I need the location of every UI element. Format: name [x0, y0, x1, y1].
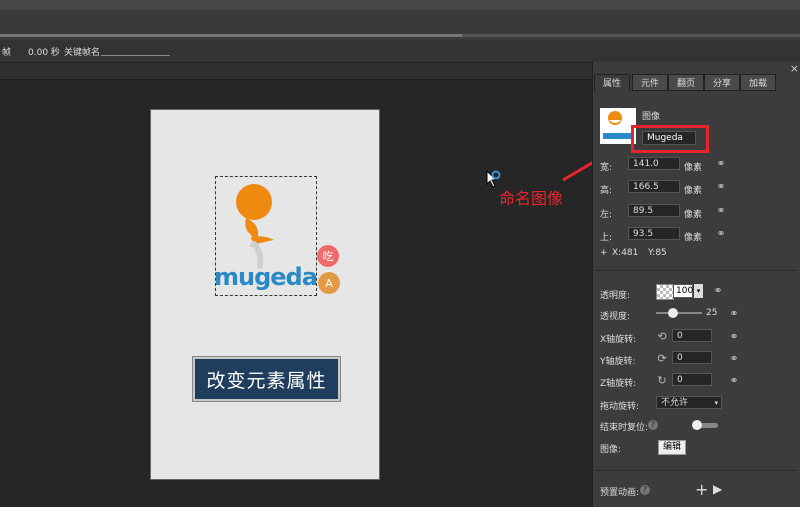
- tab-symbols[interactable]: 元件: [632, 74, 668, 91]
- x-rotate-icon: ⟲: [657, 330, 667, 343]
- element-type-label: 图像: [642, 112, 661, 122]
- height-unit: 像素: [684, 186, 703, 196]
- perspective-slider-track[interactable]: [656, 312, 702, 314]
- divider: [596, 270, 796, 271]
- y-rotation-label: Y轴旋转:: [600, 357, 636, 367]
- food-badge-icon: 吃: [317, 245, 339, 267]
- x-rotation-label: X轴旋转:: [600, 335, 637, 345]
- left-unit: 像素: [684, 210, 703, 220]
- help-icon[interactable]: ?: [648, 420, 658, 430]
- panel-tabs: 属性 元件 翻页 分享 加载: [592, 74, 800, 91]
- height-input[interactable]: 166.5: [628, 180, 680, 193]
- opacity-input[interactable]: 100: [673, 284, 693, 298]
- opacity-label: 透明度:: [600, 291, 631, 301]
- link-icon[interactable]: ⚭: [728, 331, 740, 343]
- width-unit: 像素: [684, 163, 703, 173]
- link-icon[interactable]: ⚭: [712, 285, 724, 297]
- image-label: 图像:: [600, 445, 622, 455]
- x-rotation-input[interactable]: 0: [672, 329, 712, 342]
- timeline-scrollbar[interactable]: [0, 34, 462, 37]
- opacity-swatch[interactable]: [656, 284, 674, 300]
- drag-rotate-value: 不允许: [661, 398, 689, 408]
- z-rotation-label: Z轴旋转:: [600, 379, 637, 389]
- reset-toggle-knob: [692, 420, 702, 430]
- reset-at-end-label: 结束时复位:: [600, 423, 649, 433]
- tab-loading[interactable]: 加载: [740, 74, 776, 91]
- left-label: 左:: [600, 210, 613, 220]
- top-input[interactable]: 93.5: [628, 227, 680, 240]
- perspective-slider-knob[interactable]: [668, 308, 678, 318]
- link-icon[interactable]: ⚭: [728, 353, 740, 365]
- frame-label: 帧: [2, 48, 12, 58]
- z-rotation-input[interactable]: 0: [672, 373, 712, 386]
- help-icon[interactable]: ?: [640, 485, 650, 495]
- reset-toggle[interactable]: [692, 420, 718, 430]
- timeline-area: [0, 10, 800, 40]
- chevron-down-icon: ▾: [714, 399, 718, 407]
- drag-rotate-label: 拖动旋转:: [600, 402, 640, 412]
- width-label: 宽:: [600, 163, 613, 173]
- frame-info-bar: 帧 0.00 秒 关键帧名: [0, 40, 800, 63]
- tab-properties[interactable]: 属性: [594, 74, 630, 91]
- link-icon[interactable]: ⚭: [728, 375, 740, 387]
- height-label: 高:: [600, 186, 613, 196]
- coord-x: X:481: [612, 248, 639, 258]
- coord-y: Y:85: [648, 248, 667, 258]
- width-input[interactable]: 141.0: [628, 157, 680, 170]
- highlight-box: [631, 125, 709, 153]
- tab-page-turn[interactable]: 翻页: [668, 74, 704, 91]
- y-rotation-input[interactable]: 0: [672, 351, 712, 364]
- top-label: 上:: [600, 233, 613, 243]
- coord-plus-icon: +: [600, 248, 608, 258]
- stage-ruler: [0, 63, 592, 80]
- time-value: 0.00 秒: [28, 48, 60, 58]
- text-badge-icon: A: [318, 272, 340, 294]
- y-rotate-icon: ⟳: [657, 352, 667, 365]
- top-unit: 像素: [684, 233, 703, 243]
- top-toolbar: [0, 0, 800, 10]
- change-attributes-button[interactable]: 改变元素属性: [193, 357, 340, 401]
- text-badge-text: A: [325, 276, 333, 290]
- opacity-dropdown-icon[interactable]: ▾: [694, 284, 703, 298]
- selection-box[interactable]: [215, 176, 317, 296]
- annotation-text: 命名图像: [499, 189, 564, 208]
- link-icon[interactable]: ⚭: [715, 228, 727, 240]
- play-animation-icon[interactable]: ▶: [713, 482, 722, 496]
- add-animation-icon[interactable]: +: [695, 480, 708, 499]
- divider: [596, 470, 796, 471]
- keyframe-name-input[interactable]: [101, 55, 170, 56]
- preset-animation-label: 预置动画:: [600, 488, 640, 498]
- perspective-label: 透视度:: [600, 312, 631, 322]
- keyframe-name-label: 关键帧名: [64, 48, 101, 58]
- left-input[interactable]: 89.5: [628, 204, 680, 217]
- z-rotate-icon: ↻: [657, 374, 667, 387]
- link-icon[interactable]: ⚭: [715, 158, 727, 170]
- link-icon[interactable]: ⚭: [715, 181, 727, 193]
- perspective-value: 25: [706, 308, 718, 318]
- drag-rotate-select[interactable]: 不允许 ▾: [656, 396, 722, 409]
- link-icon[interactable]: ⚭: [715, 205, 727, 217]
- food-badge-text: 吃: [322, 250, 334, 263]
- link-icon[interactable]: ⚭: [728, 308, 740, 320]
- tab-share[interactable]: 分享: [704, 74, 740, 91]
- timeline-scrollbar-track: [462, 34, 800, 37]
- edit-image-button[interactable]: 编辑: [658, 440, 686, 455]
